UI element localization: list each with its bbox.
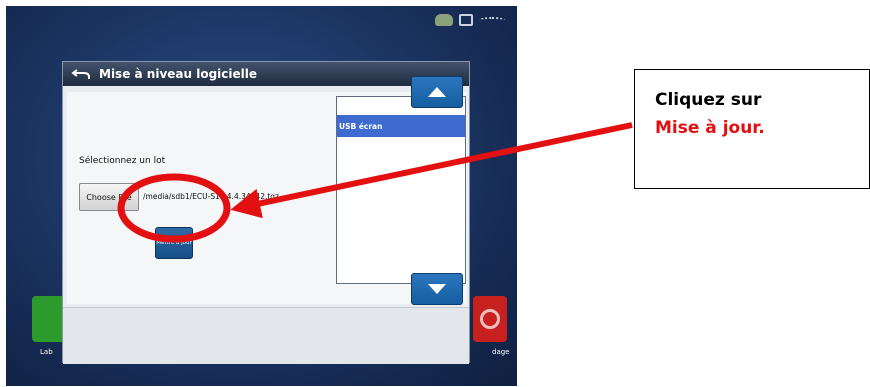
select-package-label: Sélectionnez un lot — [79, 156, 166, 166]
device-screen: Lab dage Mise à niveau logicielle Sélect… — [6, 6, 517, 386]
back-arrow-icon[interactable] — [71, 68, 91, 80]
source-list[interactable]: USB écran — [336, 96, 466, 284]
scroll-up-button[interactable] — [411, 76, 463, 108]
display-icon — [459, 14, 473, 26]
callout-line-1: Cliquez sur — [655, 90, 762, 110]
dialog-titlebar: Mise à niveau logicielle — [63, 62, 469, 86]
update-button[interactable]: Mettre à jour — [155, 227, 193, 259]
dialog-footer — [63, 307, 469, 364]
background-app-tile-right[interactable] — [473, 296, 507, 342]
steering-icon — [480, 309, 500, 329]
satellite-signal-icon — [479, 17, 505, 23]
annotation-callout: Cliquez sur Mise à jour. — [634, 69, 870, 189]
dialog-title: Mise à niveau logicielle — [99, 67, 258, 81]
gps-icon — [435, 14, 453, 26]
software-update-dialog: Mise à niveau logicielle Sélectionnez un… — [62, 61, 470, 364]
file-path-text: /media/sdb1/ECU-S1-v4.4.34042.tgz — [143, 192, 279, 201]
background-tile-label-left: Lab — [40, 348, 53, 356]
arrow-down-icon — [428, 284, 446, 294]
stage: Lab dage Mise à niveau logicielle Sélect… — [0, 0, 870, 387]
callout-line-2: Mise à jour. — [655, 118, 765, 138]
status-bar — [435, 14, 505, 26]
list-item-usb[interactable]: USB écran — [337, 115, 465, 137]
scroll-down-button[interactable] — [411, 273, 463, 305]
background-tile-label-right: dage — [492, 348, 510, 356]
arrow-up-icon — [428, 87, 446, 97]
background-app-tile-left[interactable] — [32, 296, 66, 342]
choose-file-button[interactable]: Choose File — [79, 183, 139, 211]
